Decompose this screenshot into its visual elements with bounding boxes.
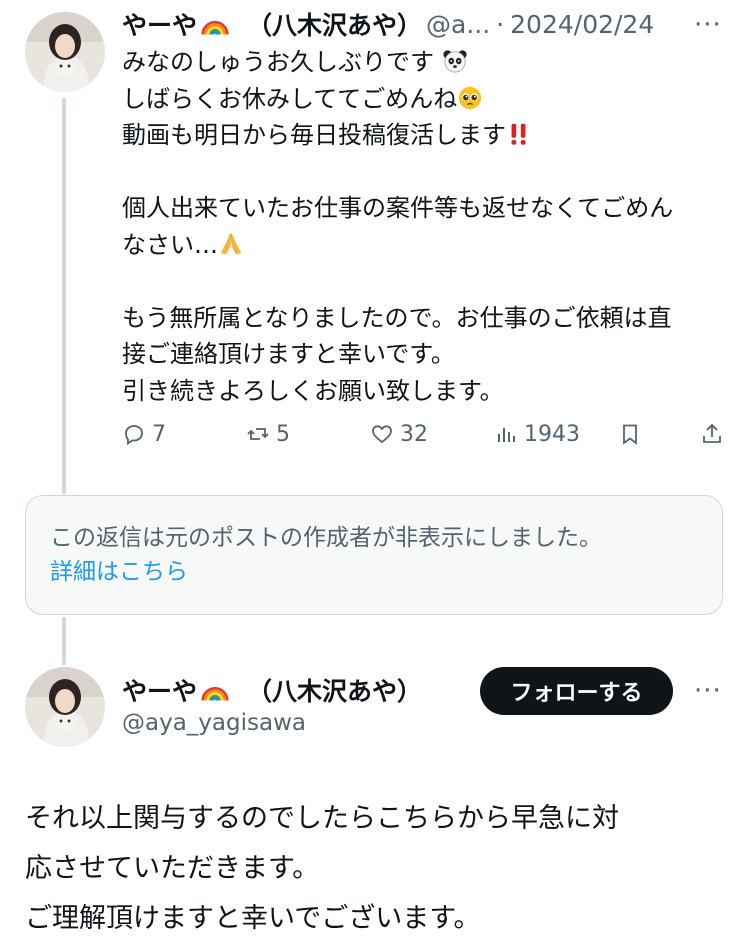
full-name[interactable]: （八木沢あや）	[247, 672, 422, 708]
hidden-reply-message: この返信は元のポストの作成者が非表示にしました。	[50, 525, 602, 551]
tweet-header: やーや （八木沢あや） @a... · 2024/02/24	[122, 6, 654, 42]
details-link[interactable]: 詳細はこちら	[50, 552, 188, 586]
tweet-line: 応させていただきます。	[25, 853, 320, 884]
repost-count: 5	[276, 421, 290, 447]
display-name[interactable]: やーや	[122, 672, 197, 708]
tweet-line: もう無所属となりましたので。お仕事のご依頼は直	[122, 303, 672, 332]
rainbow-icon	[201, 10, 229, 38]
tweet-line: なさい…	[122, 230, 218, 259]
avatar[interactable]	[25, 667, 105, 747]
tweet-text: それ以上関与するのでしたらこちらから早急に対 応させていただきます。 ご理解頂け…	[25, 794, 725, 944]
tweet-line: 個人出来ていたお仕事の案件等も返せなくてごめん	[122, 194, 674, 222]
share-icon	[703, 423, 721, 443]
tweet-line: しばらくお休みしててごめんね	[122, 84, 458, 113]
reply-count: 7	[152, 421, 166, 447]
repost-button[interactable]: 5	[246, 414, 290, 454]
action-bar: 7 5 32 1943	[122, 414, 732, 454]
folded-hands-icon	[220, 233, 242, 254]
panda-icon	[443, 50, 467, 73]
thread-line-bottom	[62, 617, 66, 665]
tweet-line: それ以上関与するのでしたらこちらから早急に対	[25, 803, 619, 834]
repost-icon	[247, 428, 269, 440]
avatar[interactable]	[25, 12, 105, 92]
rainbow-icon	[201, 676, 229, 704]
handle[interactable]: @aya_yagisawa	[122, 710, 306, 736]
more-icon[interactable]: ···	[694, 10, 722, 40]
tweet-line: 接ご連絡頂けますと幸いです。	[122, 340, 455, 368]
hidden-reply-notice: この返信は元のポストの作成者が非表示にしました。 詳細はこちら	[25, 495, 723, 615]
like-button[interactable]: 32	[370, 414, 428, 454]
tweet-line: みなのしゅうお久しぶりです	[122, 48, 434, 76]
like-count: 32	[400, 421, 428, 447]
tweet-line: 動画も明日から毎日投稿復活します	[122, 121, 506, 149]
views-button[interactable]: 1943	[494, 414, 580, 454]
display-name[interactable]: やーや	[122, 6, 197, 42]
views-count: 1943	[524, 421, 580, 447]
pleading-face-icon	[459, 86, 482, 109]
follow-button[interactable]: フォローする	[480, 667, 673, 715]
tweet-header: やーや （八木沢あや）	[122, 670, 422, 710]
bookmark-icon	[623, 424, 637, 445]
reply-button[interactable]: 7	[122, 414, 166, 454]
double-exclamation-icon	[511, 123, 526, 145]
handle[interactable]: @a...	[426, 10, 490, 39]
tweet-line: 引き続きよろしくお願い致します。	[122, 376, 504, 405]
heart-icon	[372, 425, 392, 444]
separator: ·	[496, 9, 505, 39]
timestamp[interactable]: 2024/02/24	[510, 10, 654, 39]
more-icon[interactable]: ···	[694, 676, 722, 706]
tweet-line: ご理解頂けますと幸いでございます。	[25, 903, 481, 934]
share-button[interactable]	[700, 414, 724, 454]
bookmark-button[interactable]	[618, 414, 642, 454]
full-name[interactable]: （八木沢あや）	[247, 6, 422, 42]
views-icon	[498, 428, 515, 442]
tweet-text: みなのしゅうお久しぶりです しばらくお休みしててごめんね 動画も明日から毎日投稿…	[122, 44, 734, 409]
thread-line-top	[62, 98, 66, 494]
reply-icon	[125, 425, 143, 446]
